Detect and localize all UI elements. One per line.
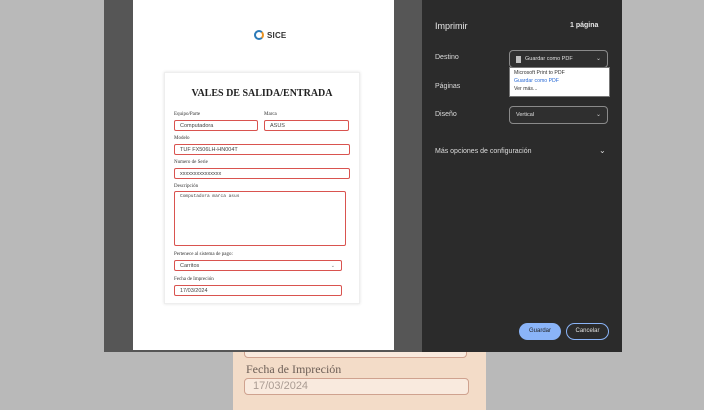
select-chevron-icon: ⌄ <box>330 263 335 269</box>
marca-field: ASUS <box>264 120 349 131</box>
chevron-down-icon: ⌄ <box>595 56 601 62</box>
save-button[interactable]: Guardar <box>519 323 561 340</box>
modelo-field: TUF FX506LH-HN004T <box>174 144 350 155</box>
chevron-down-icon: ⌄ <box>595 112 601 118</box>
print-title: Imprimir <box>435 21 468 31</box>
pertenece-label: Pertenece al sistema de pago: <box>174 252 233 257</box>
marca-label: Marca <box>264 112 277 117</box>
serie-label: Numero de Serie <box>174 160 208 165</box>
more-settings[interactable]: Más opciones de configuración <box>435 148 532 155</box>
destino-label: Destino <box>435 54 459 61</box>
modelo-label: Modelo <box>174 136 190 141</box>
diseno-value: Vertical <box>516 112 535 118</box>
destino-value: Guardar como PDF <box>525 56 573 62</box>
destino-dropdown: Microsoft Print to PDF Guardar como PDF … <box>509 67 610 97</box>
background-date-label: Fecha de Impreción <box>246 362 342 376</box>
pertenece-value: Carritos <box>180 263 200 269</box>
destino-select[interactable]: Guardar como PDF ⌄ <box>509 50 608 68</box>
serie-field: xxxxxxxxxxxxxxx <box>174 168 350 179</box>
dropdown-option-microsoft-print[interactable]: Microsoft Print to PDF <box>514 70 565 76</box>
descripcion-label: Descripción <box>174 184 199 189</box>
sice-logo: SICE <box>254 30 286 40</box>
page-count: 1 página <box>570 22 599 29</box>
descripcion-textarea: Computadora marca asus <box>174 191 346 246</box>
fecha-label: Fecha de Impreción <box>174 277 214 282</box>
dropdown-option-see-more[interactable]: Ver más... <box>514 86 537 92</box>
background-date-field: 17/03/2024 <box>244 378 469 395</box>
paginas-label: Páginas <box>435 83 461 90</box>
sice-logo-text: SICE <box>267 30 287 40</box>
diseno-label: Diseño <box>435 111 457 118</box>
pertenece-select: Carritos ⌄ <box>174 260 342 271</box>
diseno-select[interactable]: Vertical ⌄ <box>509 106 608 124</box>
form-title: VALES DE SALIDA/ENTRADA <box>191 88 333 99</box>
equipo-label: Equipo/Parte <box>174 112 201 117</box>
pdf-file-icon <box>516 55 521 63</box>
dropdown-option-save-pdf[interactable]: Guardar como PDF <box>514 78 559 84</box>
cancel-button[interactable]: Cancelar <box>566 323 609 340</box>
equipo-field: Computadora <box>174 120 258 131</box>
expand-chevron-icon[interactable]: ⌄ <box>599 146 606 155</box>
fecha-field: 17/03/2024 <box>174 285 342 296</box>
sice-logo-icon <box>254 30 264 40</box>
